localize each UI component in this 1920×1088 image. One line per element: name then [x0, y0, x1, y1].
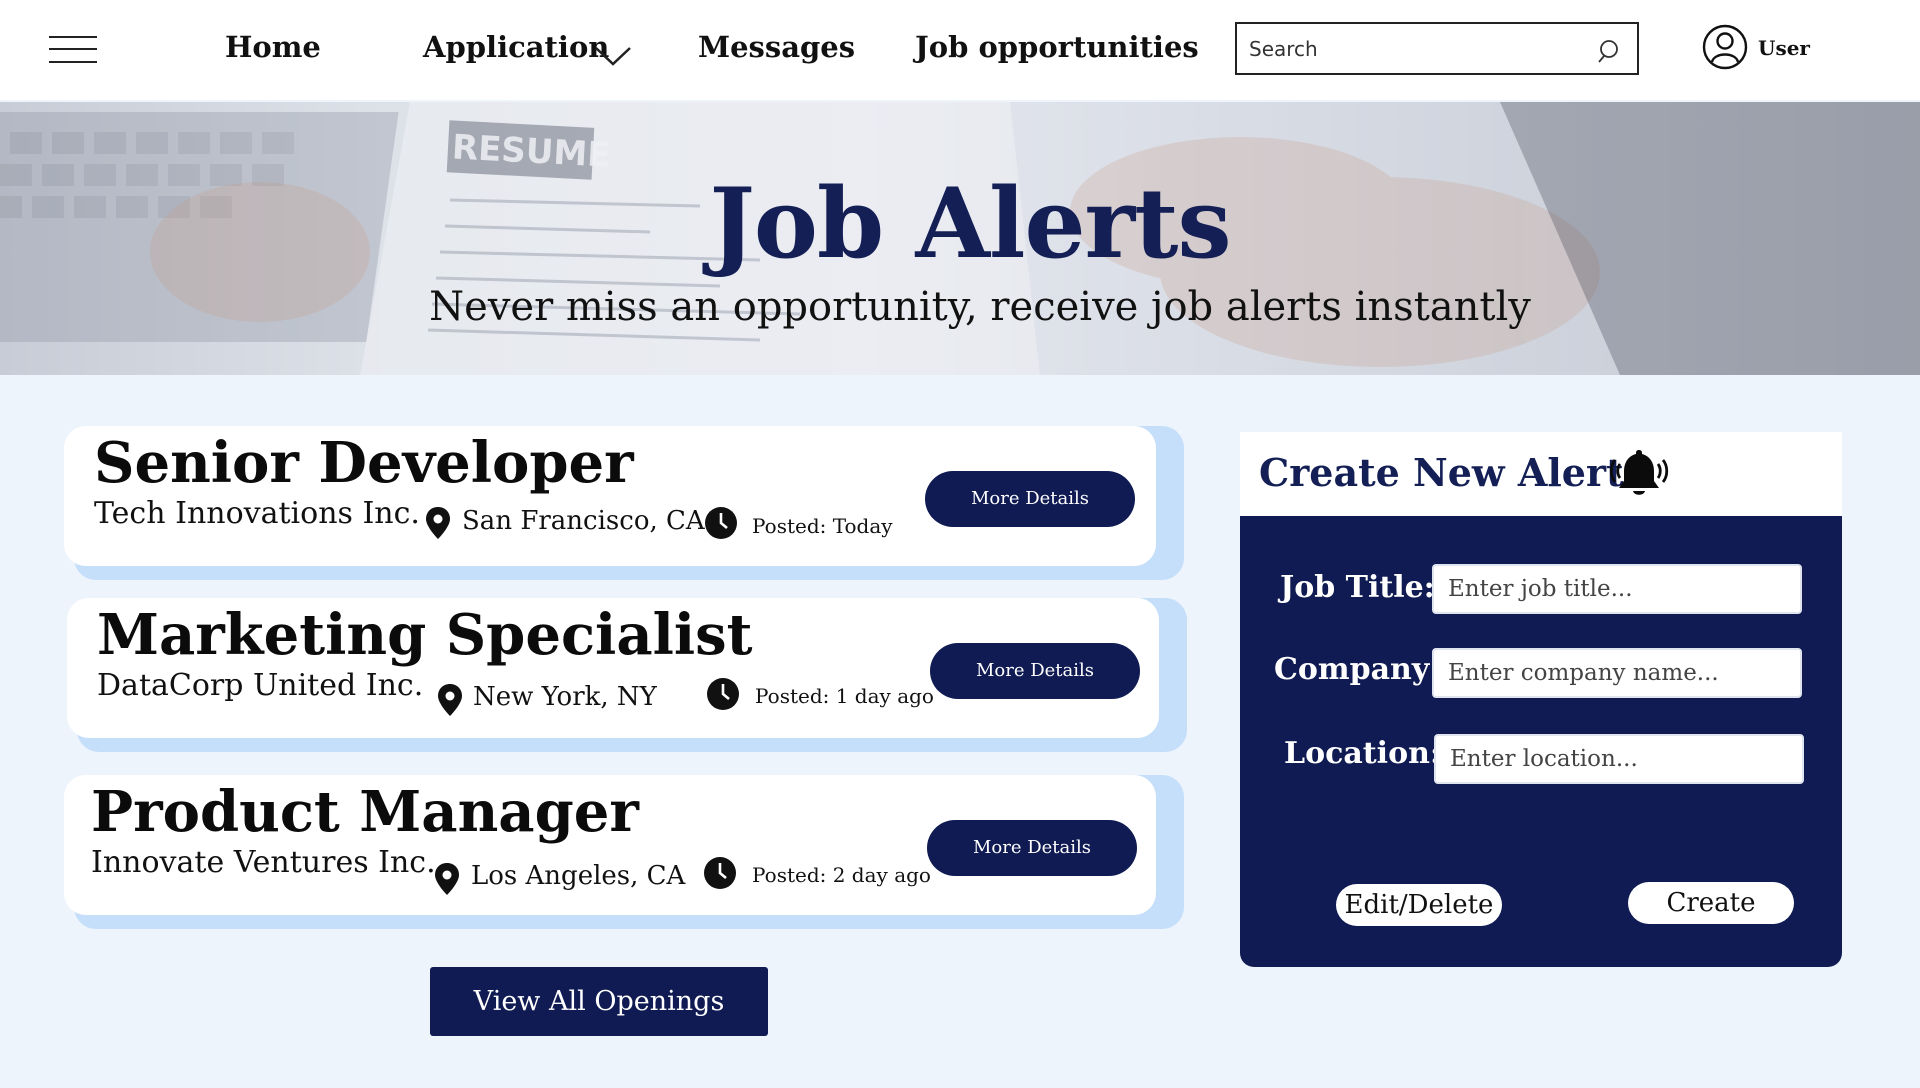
menu-icon[interactable] — [49, 34, 97, 64]
job-posted: Posted: 1 day ago — [755, 684, 934, 708]
create-alert-panel: Create New Alert Job Title: Company: Loc… — [1240, 432, 1842, 967]
nav-application[interactable]: Application — [423, 30, 609, 64]
job-location: San Francisco, CA — [462, 506, 705, 536]
chevron-down-icon[interactable] — [593, 44, 633, 68]
company-label: Company: — [1274, 652, 1441, 687]
location-pin-icon — [426, 507, 450, 539]
job-company: DataCorp United Inc. — [97, 668, 424, 703]
search-input[interactable] — [1249, 34, 1579, 64]
alert-header: Create New Alert — [1240, 432, 1842, 516]
view-all-openings-button[interactable]: View All Openings — [430, 967, 768, 1036]
hero-banner: RESUME Job Alerts Never miss an opportun… — [0, 102, 1920, 375]
edit-delete-button[interactable]: Edit/Delete — [1336, 884, 1502, 926]
top-nav: Home Application Messages Job opportunit… — [0, 0, 1920, 100]
more-details-button[interactable]: More Details — [927, 820, 1137, 876]
location-field[interactable] — [1434, 734, 1804, 784]
location-pin-icon — [438, 684, 462, 716]
job-location: New York, NY — [473, 682, 657, 712]
location-pin-icon — [435, 863, 459, 895]
job-company: Tech Innovations Inc. — [94, 496, 420, 531]
more-details-button[interactable]: More Details — [925, 471, 1135, 527]
clock-icon — [705, 507, 737, 539]
search-icon[interactable] — [1597, 38, 1623, 64]
clock-icon — [707, 678, 739, 710]
more-details-button[interactable]: More Details — [930, 643, 1140, 699]
job-posted: Posted: Today — [752, 514, 893, 538]
job-company: Innovate Ventures Inc. — [91, 845, 436, 880]
job-card: Product Manager Innovate Ventures Inc. L… — [64, 775, 1184, 935]
clock-icon — [704, 857, 736, 889]
nav-home[interactable]: Home — [225, 30, 321, 64]
job-title-field[interactable] — [1432, 564, 1802, 614]
page-title: Job Alerts — [709, 167, 1232, 280]
nav-job-opportunities[interactable]: Job opportunities — [915, 30, 1199, 64]
user-icon[interactable] — [1702, 24, 1748, 70]
job-title: Senior Developer — [94, 430, 634, 496]
alert-title: Create New Alert — [1259, 450, 1624, 495]
company-field[interactable] — [1432, 648, 1802, 698]
job-title-label: Job Title: — [1280, 570, 1435, 605]
location-label: Location: — [1284, 736, 1441, 771]
job-card: Marketing Specialist DataCorp United Inc… — [67, 598, 1187, 758]
job-title: Marketing Specialist — [97, 602, 753, 668]
create-button[interactable]: Create — [1628, 882, 1794, 924]
page-subtitle: Never miss an opportunity, receive job a… — [429, 284, 1531, 330]
job-card: Senior Developer Tech Innovations Inc. S… — [64, 426, 1184, 586]
search-box — [1235, 22, 1639, 75]
job-location: Los Angeles, CA — [471, 861, 686, 891]
job-title: Product Manager — [91, 779, 639, 845]
nav-messages[interactable]: Messages — [698, 30, 855, 64]
bell-icon — [1609, 450, 1669, 495]
user-label[interactable]: User — [1758, 36, 1810, 60]
job-posted: Posted: 2 day ago — [752, 863, 931, 887]
